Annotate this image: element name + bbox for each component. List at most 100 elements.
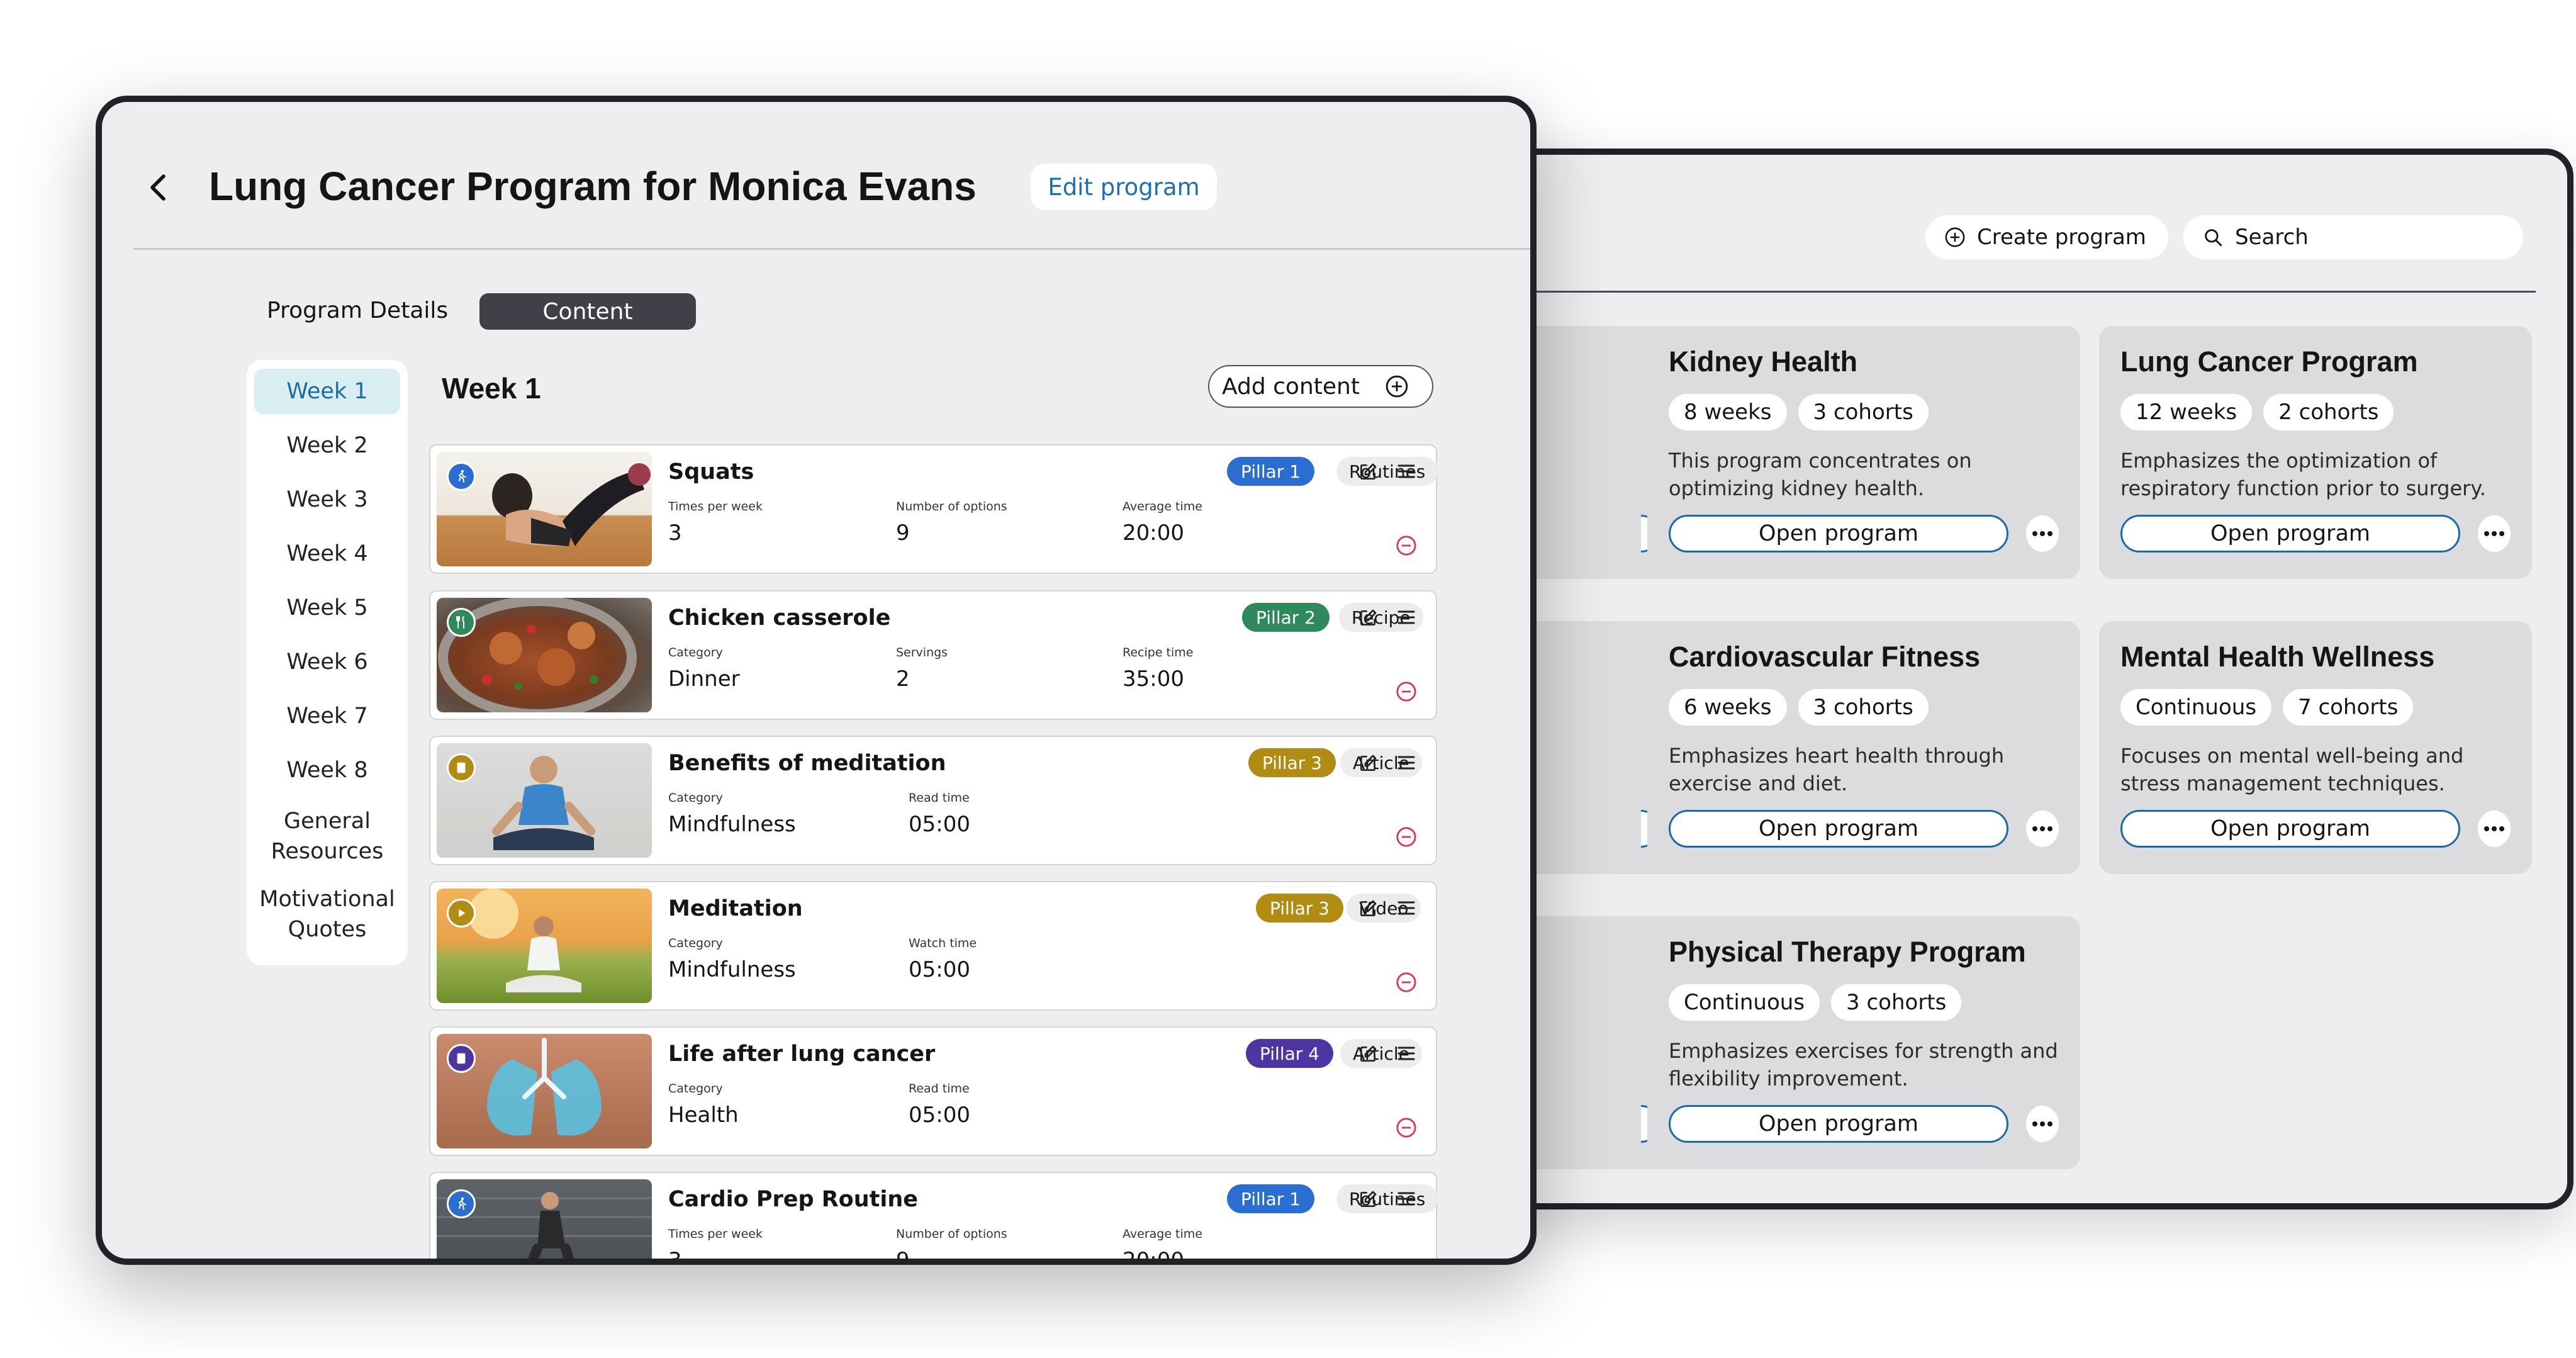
sidebar-item-week-3[interactable]: Week 3 xyxy=(254,477,400,522)
remove-button[interactable] xyxy=(1396,826,1417,848)
sidebar-item-week-4[interactable]: Week 4 xyxy=(254,531,400,576)
running-person-icon xyxy=(447,1189,476,1218)
more-options-button[interactable] xyxy=(2026,515,2059,552)
open-program-button[interactable]: Open program xyxy=(1669,515,2008,553)
content-row-benefits-of-meditation[interactable]: Benefits of meditation Category Mindfuln… xyxy=(429,736,1437,865)
meta-label: Watch time xyxy=(909,936,977,950)
duration-tag: Continuous xyxy=(2120,689,2272,726)
content-title: Meditation xyxy=(668,896,803,921)
drag-handle[interactable] xyxy=(1397,1191,1416,1207)
card-description: This program concentrates on optimizing … xyxy=(1669,449,1972,500)
tab-content[interactable]: Content xyxy=(479,293,696,330)
meta-label: Category xyxy=(668,936,723,950)
drag-handle[interactable] xyxy=(1397,900,1416,916)
magnifier-icon xyxy=(2202,227,2224,248)
meta-value: 9 xyxy=(896,520,910,546)
meta-label: Average time xyxy=(1123,500,1202,513)
cardio-prep-thumbnail xyxy=(437,1179,652,1259)
sidebar-item-motivational-quotes[interactable]: Motivational Quotes xyxy=(254,880,400,949)
more-options-button[interactable] xyxy=(2026,811,2059,847)
meta-label: Times per week xyxy=(668,500,763,513)
minus-circle-icon xyxy=(1396,1262,1417,1265)
sidebar-item-week-8[interactable]: Week 8 xyxy=(254,748,400,793)
meta-value: Health xyxy=(668,1103,739,1128)
content-row-meditation[interactable]: Meditation Category Mindfulness Watch ti… xyxy=(429,881,1437,1011)
open-program-button[interactable]: Open program xyxy=(2120,515,2460,553)
remove-button[interactable] xyxy=(1396,1117,1417,1138)
week-sidebar: Week 1 Week 2 Week 3 Week 4 Week 5 Week … xyxy=(247,360,408,965)
sidebar-item-week-5[interactable]: Week 5 xyxy=(254,585,400,631)
meta-value: 20:00 xyxy=(1123,520,1184,546)
more-options-button[interactable] xyxy=(2478,811,2511,847)
content-row-chicken-casserole[interactable]: Chicken casserole Category Dinner Servin… xyxy=(429,590,1437,720)
header-divider xyxy=(133,248,1530,250)
edit-button[interactable] xyxy=(1358,1189,1378,1209)
meta-label: Number of options xyxy=(896,500,1007,513)
content-title: Life after lung cancer xyxy=(668,1041,936,1067)
ellipsis-icon xyxy=(2484,531,2504,536)
benefits-of-meditation-thumbnail xyxy=(437,743,652,858)
sidebar-item-week-1[interactable]: Week 1 xyxy=(254,369,400,414)
more-options-button[interactable] xyxy=(2026,1106,2059,1142)
meta-label: Read time xyxy=(909,791,970,805)
minus-circle-icon xyxy=(1396,682,1416,702)
content-row-life-after-lung-cancer[interactable]: Life after lung cancer Category Health R… xyxy=(429,1026,1437,1156)
more-options-button[interactable] xyxy=(2478,515,2511,552)
program-list-window: Create program Search nd nd and Kidne xyxy=(1485,149,2573,1209)
sidebar-item-week-2[interactable]: Week 2 xyxy=(254,423,400,468)
drag-handle[interactable] xyxy=(1397,755,1416,771)
search-input[interactable]: Search xyxy=(2183,215,2523,259)
edit-square-icon xyxy=(1360,463,1377,480)
chicken-casserole-thumbnail xyxy=(437,598,652,712)
content-row-cardio-prep-routine[interactable]: Cardio Prep Routine Times per week 3 Num… xyxy=(429,1172,1438,1265)
open-program-button[interactable]: Open program xyxy=(2120,810,2460,848)
open-program-button[interactable]: Open program xyxy=(1669,1105,2008,1143)
edit-button[interactable] xyxy=(1358,462,1378,482)
card-description: Focuses on mental well-being and stress … xyxy=(2120,744,2464,795)
edit-button[interactable] xyxy=(1358,899,1378,919)
minus-circle-icon xyxy=(1396,827,1416,847)
pillar-badge: Pillar 3 xyxy=(1256,894,1343,923)
meta-label: Recipe time xyxy=(1123,646,1194,659)
meta-label: Category xyxy=(668,646,723,659)
meta-value: Dinner xyxy=(668,666,740,692)
drag-handle[interactable] xyxy=(1397,609,1416,626)
edit-button[interactable] xyxy=(1358,608,1378,628)
create-program-button[interactable]: Create program xyxy=(1925,215,2168,259)
minus-circle-icon xyxy=(1396,536,1416,556)
meta-label: Category xyxy=(668,791,723,805)
content-row-squats[interactable]: Squats Times per week 3 Number of option… xyxy=(429,444,1438,574)
meta-label: Times per week xyxy=(668,1227,763,1241)
content-type-badge: Routines xyxy=(1336,1184,1438,1213)
edit-button[interactable] xyxy=(1358,753,1378,773)
content-title: Cardio Prep Routine xyxy=(668,1187,919,1212)
program-card-cardiovascular: Cardiovascular Fitness 6 weeks 3 cohorts… xyxy=(1647,621,2080,874)
edit-button[interactable] xyxy=(1358,1044,1378,1064)
program-card-kidney-health: Kidney Health 8 weeks 3 cohorts This pro… xyxy=(1647,326,2080,579)
duration-tag: 8 weeks xyxy=(1669,394,1787,430)
remove-button[interactable] xyxy=(1396,972,1417,993)
meta-value: 2 xyxy=(896,666,910,692)
sidebar-item-week-6[interactable]: Week 6 xyxy=(254,639,400,685)
back-button[interactable] xyxy=(146,172,171,203)
sidebar-item-general-resources[interactable]: General Resources xyxy=(254,802,400,871)
card-title: Physical Therapy Program xyxy=(1669,936,2026,968)
ellipsis-icon xyxy=(2032,531,2052,536)
tab-program-details[interactable]: Program Details xyxy=(267,293,448,328)
edit-square-icon xyxy=(1360,609,1377,626)
sidebar-item-week-7[interactable]: Week 7 xyxy=(254,693,400,739)
meta-value: 05:00 xyxy=(909,1103,970,1128)
remove-button[interactable] xyxy=(1396,1262,1417,1265)
chevron-left-icon xyxy=(150,174,165,201)
meta-value: 3 xyxy=(668,1248,682,1265)
edit-square-icon xyxy=(1360,1191,1377,1207)
ellipsis-icon xyxy=(2032,826,2052,831)
drag-handle[interactable] xyxy=(1397,1045,1416,1062)
pillar-badge: Pillar 1 xyxy=(1227,1184,1314,1213)
open-program-button[interactable]: Open program xyxy=(1669,810,2008,848)
drag-handle[interactable] xyxy=(1397,463,1416,480)
remove-button[interactable] xyxy=(1396,535,1417,556)
edit-program-button[interactable]: Edit program xyxy=(1031,164,1217,210)
remove-button[interactable] xyxy=(1396,681,1417,702)
add-content-button[interactable]: Add content xyxy=(1208,365,1433,408)
